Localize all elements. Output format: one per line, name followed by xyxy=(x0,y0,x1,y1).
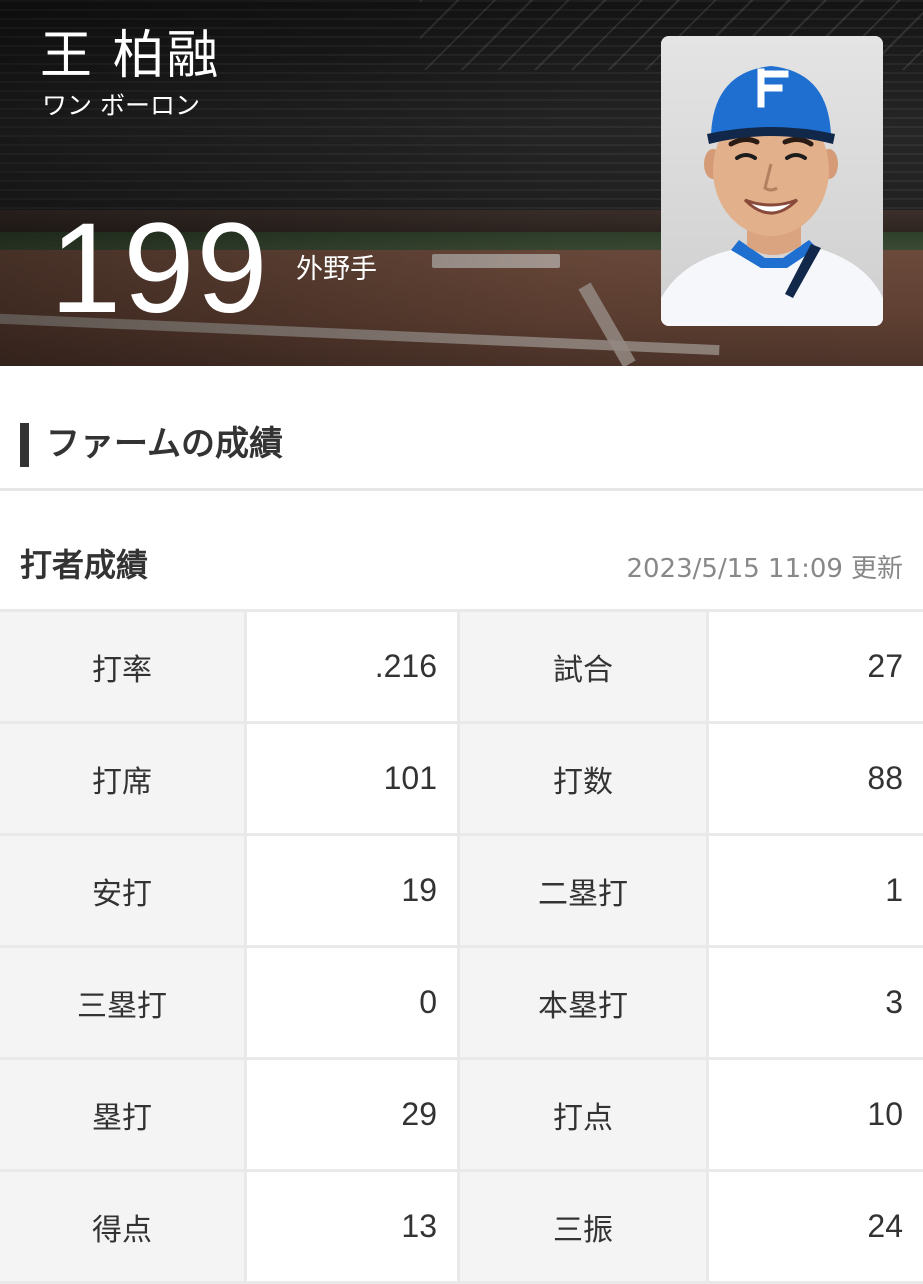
stat-label-home-runs: 本塁打 xyxy=(460,948,709,1060)
batting-stats-table: 打率 .216 試合 27 打席 101 打数 88 安打 19 二塁打 1 三… xyxy=(0,609,923,1284)
stat-value-hits: 19 xyxy=(247,836,460,948)
uniform-number: 199 xyxy=(50,197,270,340)
stat-label-batting-average: 打率 xyxy=(0,612,247,724)
player-position: 外野手 xyxy=(296,254,377,285)
stat-value-doubles: 1 xyxy=(709,836,923,948)
stat-label-hits: 安打 xyxy=(0,836,247,948)
stat-label-strikeouts: 三振 xyxy=(460,1172,709,1284)
stat-value-total-bases: 29 xyxy=(247,1060,460,1172)
batting-title: 打者成績 xyxy=(20,546,149,584)
updated-timestamp: 2023/5/15 11:09 更新 xyxy=(626,553,903,587)
stat-value-rbi: 10 xyxy=(709,1060,923,1172)
stat-label-rbi: 打点 xyxy=(460,1060,709,1172)
stat-label-at-bats: 打数 xyxy=(460,724,709,836)
player-photo xyxy=(661,36,883,326)
stat-label-total-bases: 塁打 xyxy=(0,1060,247,1172)
stat-value-plate-appearances: 101 xyxy=(247,724,460,836)
stat-value-triples: 0 xyxy=(247,948,460,1060)
section-title: ファームの成績 xyxy=(46,424,283,464)
stat-value-runs: 13 xyxy=(247,1172,460,1284)
player-name: 王 柏融 xyxy=(40,26,221,86)
batting-header: 打者成績 2023/5/15 11:09 更新 xyxy=(0,491,923,609)
updated-suffix: 更新 xyxy=(850,554,903,584)
stat-label-games: 試合 xyxy=(460,612,709,724)
stat-value-home-runs: 3 xyxy=(709,948,923,1060)
stat-label-doubles: 二塁打 xyxy=(460,836,709,948)
stat-value-games: 27 xyxy=(709,612,923,724)
section-marker xyxy=(20,423,29,467)
stat-label-triples: 三塁打 xyxy=(0,948,247,1060)
stat-value-at-bats: 88 xyxy=(709,724,923,836)
stat-value-batting-average: .216 xyxy=(247,612,460,724)
section-header: ファームの成績 xyxy=(0,366,923,491)
player-name-kana: ワン ボーロン xyxy=(42,91,200,120)
updated-datetime: 2023/5/15 11:09 xyxy=(626,554,843,584)
stat-label-runs: 得点 xyxy=(0,1172,247,1284)
stat-label-plate-appearances: 打席 xyxy=(0,724,247,836)
player-hero: 王 柏融 ワン ボーロン 199 外野手 xyxy=(0,0,923,366)
stat-value-strikeouts: 24 xyxy=(709,1172,923,1284)
